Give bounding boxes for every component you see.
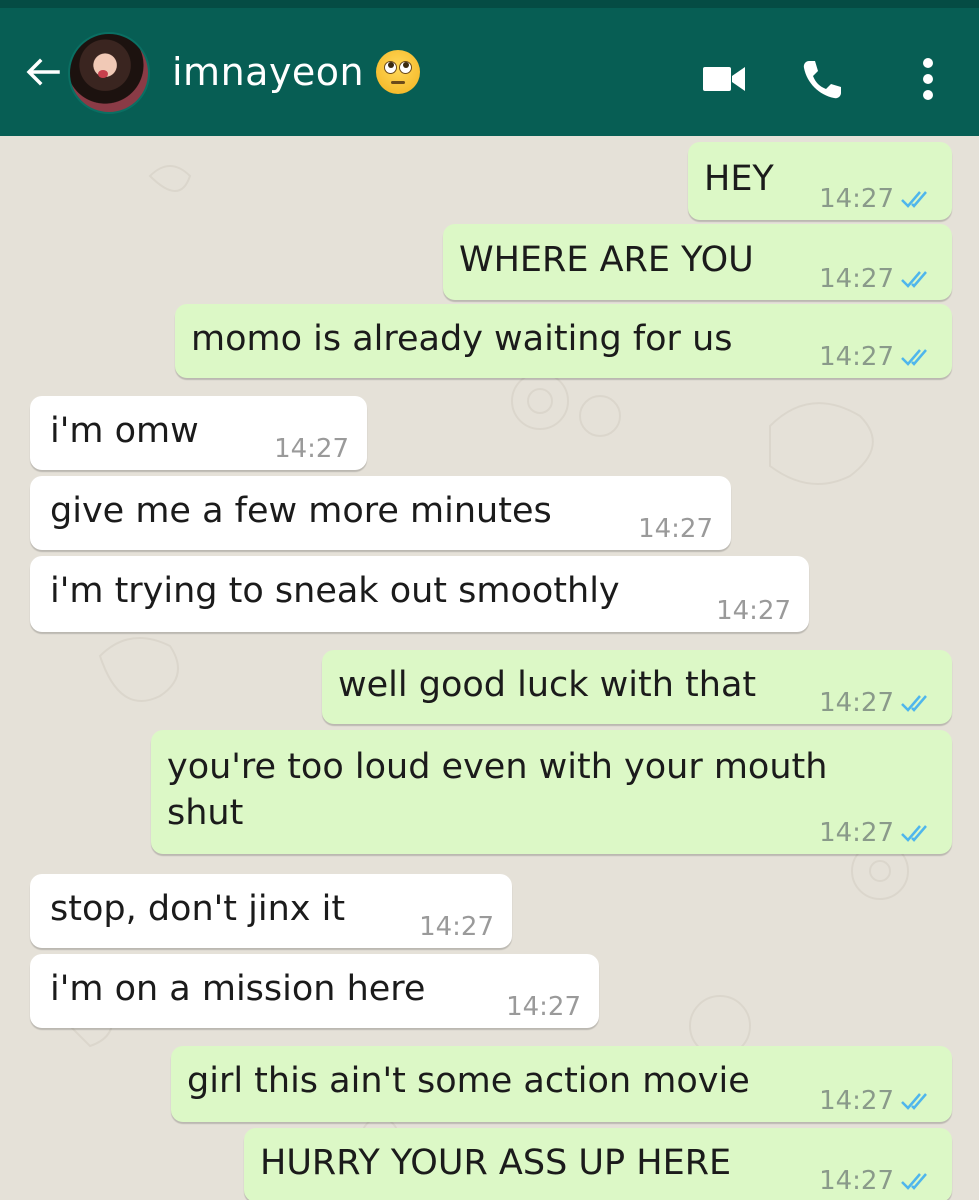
message-meta: 14:27 — [819, 1086, 934, 1116]
message-time: 14:27 — [638, 514, 713, 544]
message-time: 14:27 — [819, 1086, 894, 1116]
message-text: girl this ain't some action movie — [187, 1061, 750, 1101]
message-text-line-2: shut — [167, 793, 244, 833]
message-time: 14:27 — [819, 688, 894, 718]
message-time: 14:27 — [819, 342, 894, 372]
message-meta: 14:27 — [716, 596, 791, 626]
message-time: 14:27 — [819, 264, 894, 294]
eye-roll-emoji-icon — [376, 50, 421, 94]
more-options-icon[interactable] — [918, 56, 938, 102]
message-meta: 14:27 — [819, 818, 934, 848]
message-text: i'm trying to sneak out smoothly — [50, 571, 620, 611]
message-incoming[interactable]: i'm on a mission here 14:27 — [30, 954, 599, 1028]
message-text: HEY — [704, 159, 774, 199]
video-call-icon[interactable] — [702, 64, 746, 94]
message-meta: 14:27 — [419, 912, 494, 942]
double-check-read-icon — [901, 191, 927, 208]
message-text: HURRY YOUR ASS UP HERE — [260, 1143, 732, 1183]
message-list[interactable]: HEY 14:27 WHERE ARE YOU 14:27 momo is al… — [0, 136, 979, 1200]
message-text: give me a few more minutes — [50, 491, 552, 531]
message-text: stop, don't jinx it — [50, 889, 346, 929]
message-outgoing[interactable]: HEY 14:27 — [688, 142, 952, 220]
message-text: i'm omw — [50, 411, 199, 451]
message-meta: 14:27 — [638, 514, 713, 544]
contact-title[interactable]: imnayeon — [172, 50, 421, 94]
message-outgoing[interactable]: well good luck with that 14:27 — [322, 650, 952, 724]
chat-header: imnayeon — [0, 0, 979, 136]
message-time: 14:27 — [819, 1166, 894, 1196]
message-meta: 14:27 — [819, 342, 934, 372]
double-check-read-icon — [901, 271, 927, 288]
avatar[interactable] — [68, 32, 150, 114]
double-check-read-icon — [901, 1173, 927, 1190]
contact-name[interactable]: imnayeon — [172, 50, 364, 94]
message-outgoing[interactable]: WHERE ARE YOU 14:27 — [443, 224, 952, 300]
message-time: 14:27 — [819, 818, 894, 848]
message-outgoing[interactable]: you're too loud even with your mouth shu… — [151, 730, 952, 854]
message-outgoing[interactable]: HURRY YOUR ASS UP HERE 14:27 — [244, 1128, 952, 1200]
message-outgoing[interactable]: momo is already waiting for us 14:27 — [175, 304, 952, 378]
double-check-read-icon — [901, 1093, 927, 1110]
message-incoming[interactable]: give me a few more minutes 14:27 — [30, 476, 731, 550]
message-text: i'm on a mission here — [50, 969, 426, 1009]
double-check-read-icon — [901, 695, 927, 712]
message-incoming[interactable]: stop, don't jinx it 14:27 — [30, 874, 512, 948]
message-meta: 14:27 — [819, 1166, 934, 1196]
phone-icon[interactable] — [800, 58, 844, 102]
message-time: 14:27 — [716, 596, 791, 626]
message-text: momo is already waiting for us — [191, 319, 733, 359]
message-meta: 14:27 — [819, 264, 934, 294]
message-time: 14:27 — [506, 992, 581, 1022]
message-time: 14:27 — [274, 434, 349, 464]
double-check-read-icon — [901, 349, 927, 366]
message-outgoing[interactable]: girl this ain't some action movie 14:27 — [171, 1046, 952, 1122]
message-incoming[interactable]: i'm omw 14:27 — [30, 396, 367, 470]
message-text: well good luck with that — [338, 665, 757, 705]
message-incoming[interactable]: i'm trying to sneak out smoothly 14:27 — [30, 556, 809, 632]
double-check-read-icon — [901, 825, 927, 842]
message-text-line-1: you're too loud even with your mouth — [167, 747, 828, 787]
message-meta: 14:27 — [819, 688, 934, 718]
message-text: WHERE ARE YOU — [459, 240, 754, 280]
message-meta: 14:27 — [274, 434, 349, 464]
message-time: 14:27 — [819, 184, 894, 214]
message-time: 14:27 — [419, 912, 494, 942]
message-meta: 14:27 — [506, 992, 581, 1022]
back-arrow-icon[interactable] — [22, 52, 62, 92]
message-meta: 14:27 — [819, 184, 934, 214]
